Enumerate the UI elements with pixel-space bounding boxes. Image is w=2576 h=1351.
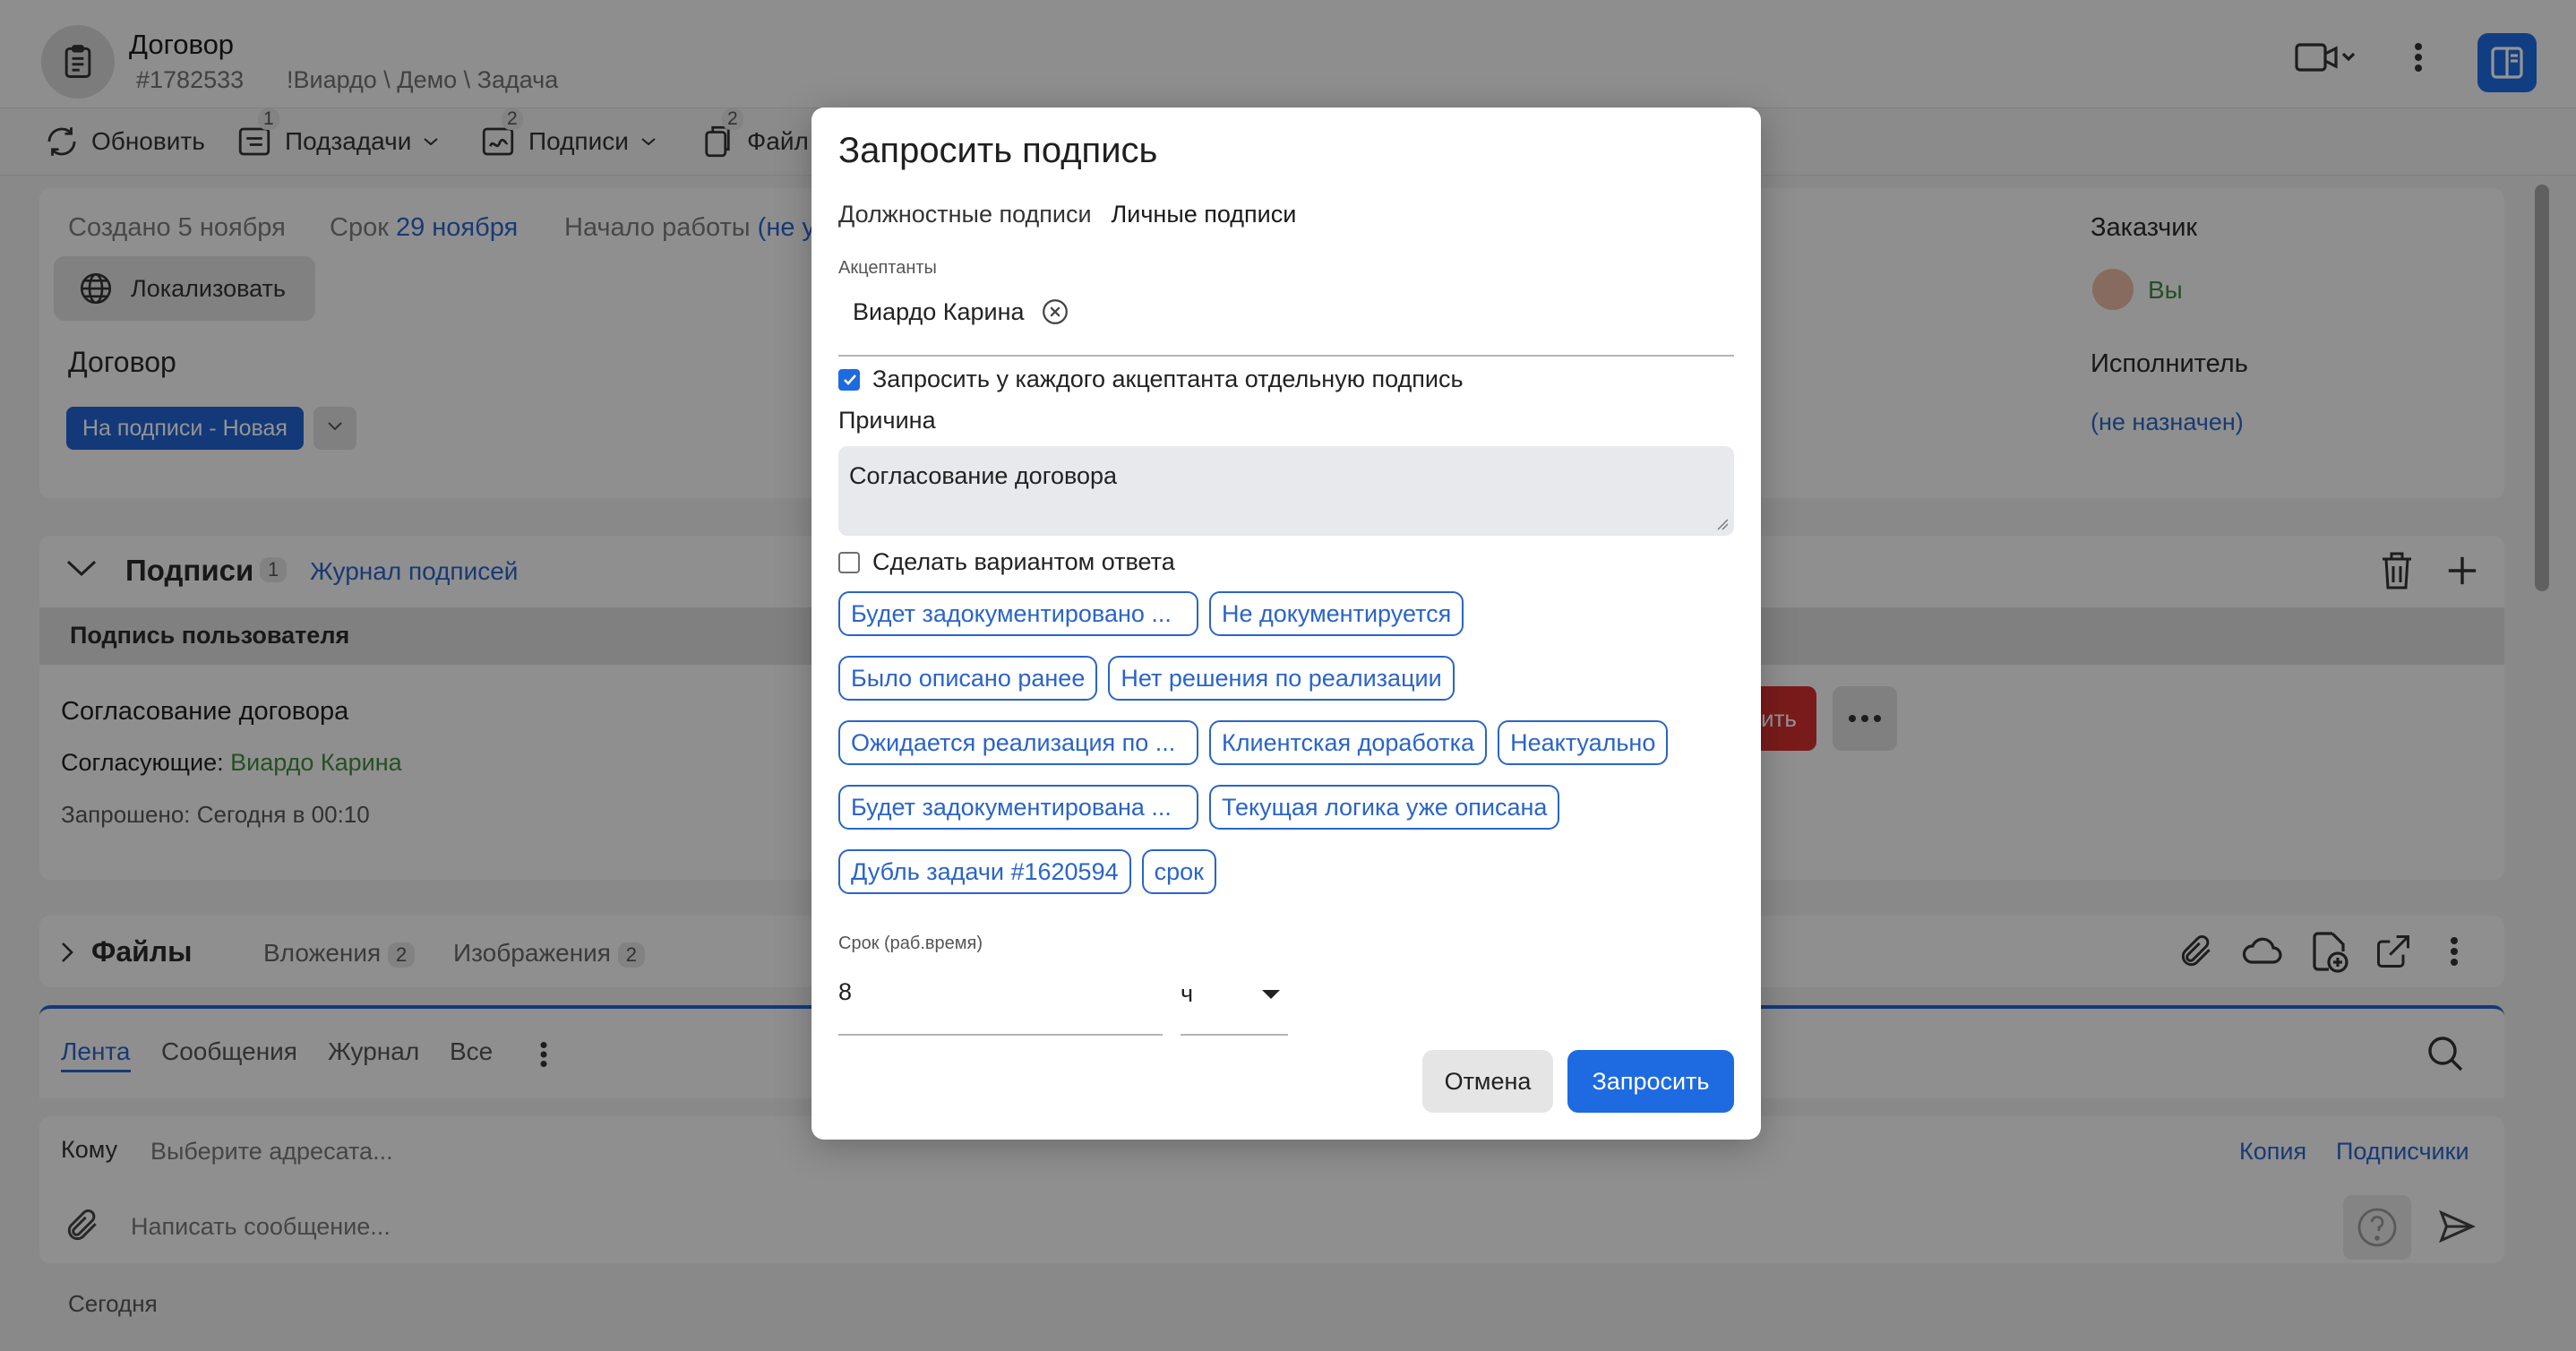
submit-request-button[interactable]: Запросить xyxy=(1567,1050,1734,1113)
reason-chip[interactable]: Было описано ранее xyxy=(838,656,1098,701)
acceptant-name: Виардо Карина xyxy=(853,297,1025,325)
reason-chip[interactable]: Дубль задачи #1620594 xyxy=(838,849,1131,894)
reason-chip[interactable]: Будет задокументирована ... xyxy=(838,785,1198,830)
reason-chip[interactable]: Не документируется xyxy=(1209,591,1464,636)
make-option-checkbox[interactable]: Сделать вариантом ответа xyxy=(838,548,1175,576)
caret-down-icon[interactable] xyxy=(1261,989,1281,1000)
chip-row: Было описано ранее Нет решения по реализ… xyxy=(838,656,1743,701)
make-option-label: Сделать вариантом ответа xyxy=(872,548,1175,575)
tab-personal-signatures[interactable]: Личные подписи xyxy=(1112,201,1297,228)
reason-chip[interactable]: Будет задокументировано ... xyxy=(838,591,1198,636)
separate-signature-checkbox[interactable]: Запросить у каждого акцептанта отдельную… xyxy=(838,366,1464,393)
remove-circle-icon[interactable] xyxy=(1041,297,1069,326)
chip-row: Дубль задачи #1620594 срок xyxy=(838,849,1743,894)
unit-select[interactable]: ч xyxy=(1181,980,1193,1008)
due-input[interactable]: 8 xyxy=(838,978,852,1006)
acceptants-label: Акцептанты xyxy=(838,258,937,278)
reason-label: Причина xyxy=(838,407,936,434)
checkbox-checked-icon[interactable] xyxy=(838,368,860,391)
chip-row: Ожидается реализация по ... Клиентская д… xyxy=(838,720,1743,765)
reason-chip[interactable]: срок xyxy=(1141,849,1216,894)
separate-signature-label: Запросить у каждого акцептанта отдельную… xyxy=(872,366,1464,392)
reason-value: Согласование договора xyxy=(849,462,1118,489)
request-signature-dialog: Запросить подпись Должностные подписи Ли… xyxy=(811,108,1761,1140)
reason-chip[interactable]: Клиентская доработка xyxy=(1209,720,1488,765)
checkbox-unchecked-icon[interactable] xyxy=(838,551,860,573)
resize-grip-icon[interactable] xyxy=(1714,516,1729,530)
dialog-title: Запросить подпись xyxy=(838,131,1158,170)
acceptant-chip: Виардо Карина xyxy=(853,297,1069,326)
quick-reason-chips: Будет задокументировано ... Не документи… xyxy=(838,591,1743,914)
cancel-button[interactable]: Отмена xyxy=(1422,1050,1553,1113)
chip-row: Будет задокументировано ... Не документи… xyxy=(838,591,1743,636)
reason-chip[interactable]: Ожидается реализация по ... xyxy=(838,720,1198,765)
reason-chip[interactable]: Неактуально xyxy=(1498,720,1669,765)
reason-chip[interactable]: Текущая логика уже описана xyxy=(1209,785,1560,830)
due-input-underline xyxy=(838,1034,1163,1036)
chip-row: Будет задокументирована ... Текущая логи… xyxy=(838,785,1743,830)
due-label: Срок (раб.время) xyxy=(838,934,983,953)
reason-textarea[interactable]: Согласование договора xyxy=(838,446,1734,536)
unit-select-underline xyxy=(1181,1034,1288,1036)
signature-type-tabs: Должностные подписи Личные подписи xyxy=(838,201,1296,228)
tab-position-signatures[interactable]: Должностные подписи xyxy=(838,201,1092,228)
acceptants-field-underline xyxy=(838,355,1734,357)
reason-chip[interactable]: Нет решения по реализации xyxy=(1108,656,1455,701)
